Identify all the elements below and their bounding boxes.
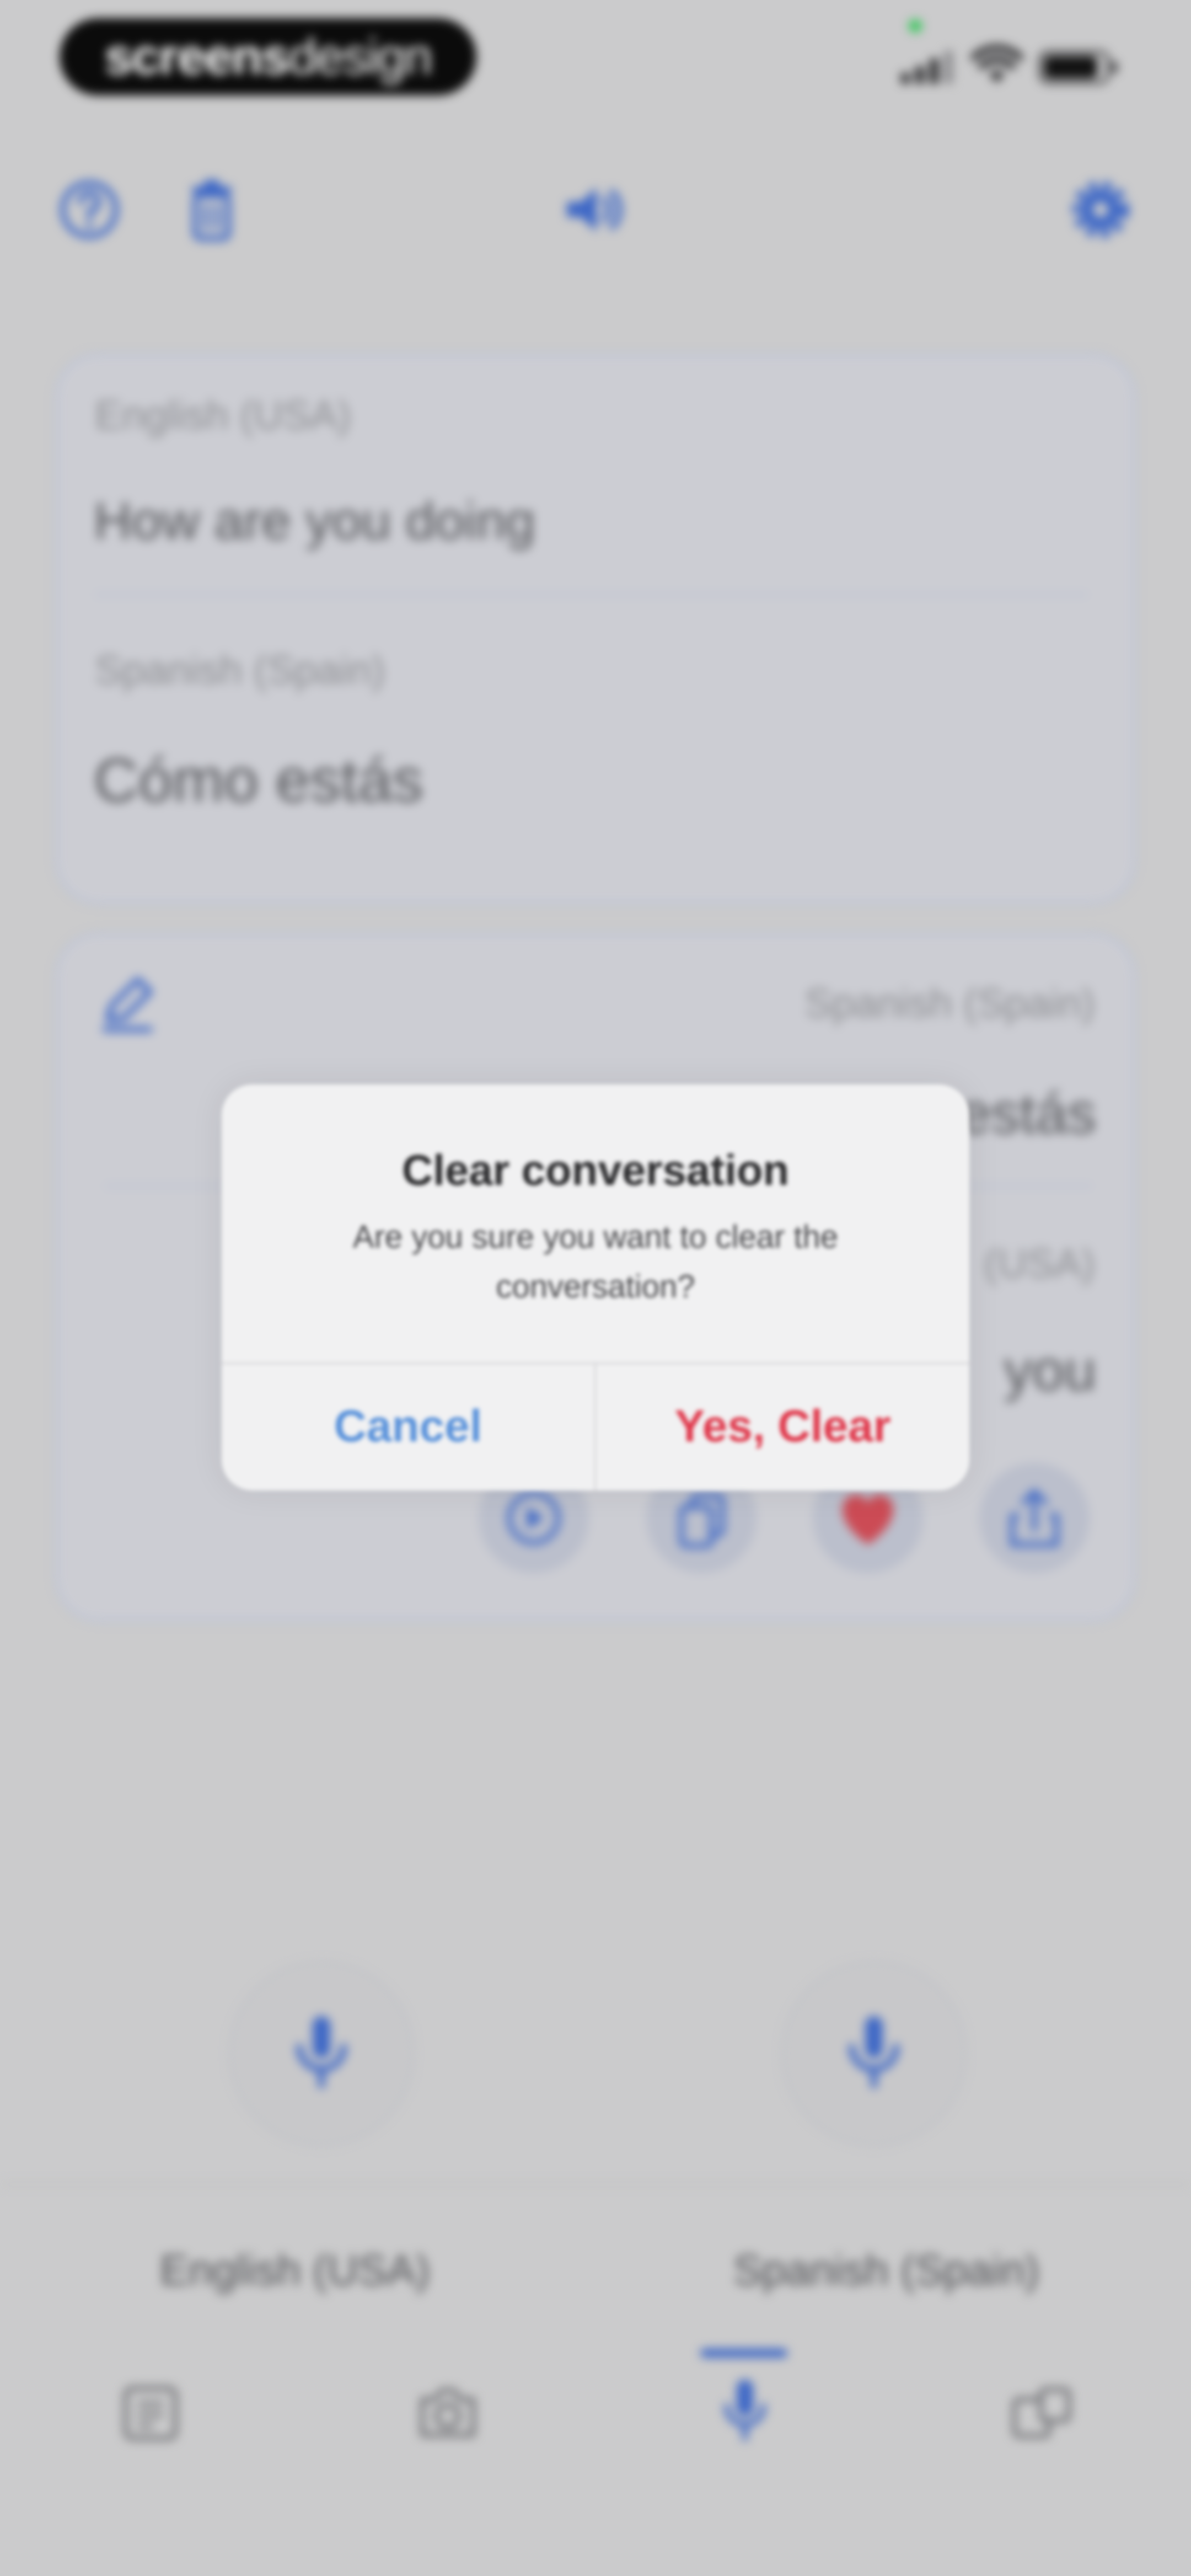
clear-conversation-dialog: Clear conversation Are you sure you want… bbox=[222, 1084, 969, 1490]
brand-bold-text: screens bbox=[104, 29, 290, 85]
card1-source-text: How are you doing bbox=[94, 491, 535, 551]
tab-microphone-icon[interactable] bbox=[715, 2375, 775, 2447]
mic-icon bbox=[849, 2016, 899, 2088]
card1-divider bbox=[95, 594, 1087, 596]
battery-icon bbox=[1038, 50, 1117, 84]
cellular-signal-icon bbox=[901, 51, 953, 84]
brand-light-text: design bbox=[288, 29, 432, 85]
confirm-clear-button[interactable]: Yes, Clear bbox=[596, 1362, 969, 1490]
cancel-button[interactable]: Cancel bbox=[222, 1362, 594, 1490]
share-button[interactable] bbox=[979, 1463, 1090, 1573]
trash-icon[interactable] bbox=[184, 177, 239, 243]
speaker-icon[interactable] bbox=[562, 182, 629, 237]
settings-icon[interactable] bbox=[1066, 175, 1135, 244]
mic-button-right[interactable] bbox=[782, 1962, 966, 2146]
bottom-lang-right[interactable]: Spanish (Spain) bbox=[733, 2245, 1039, 2295]
card1-target-lang: Spanish (Spain) bbox=[95, 647, 385, 693]
card2-source-text: estás bbox=[959, 1082, 1096, 1146]
privacy-indicator-dot bbox=[909, 19, 922, 33]
wifi-icon bbox=[970, 44, 1023, 83]
dialog-title: Clear conversation bbox=[401, 1146, 790, 1194]
brand-badge: screensdesign bbox=[60, 18, 476, 95]
dialog-message: Are you sure you want to clear the conve… bbox=[352, 1219, 839, 1305]
tab-camera-icon[interactable] bbox=[416, 2382, 480, 2443]
card2-source-lang: Spanish (Spain) bbox=[804, 980, 1095, 1026]
card2-target-text: you bbox=[1004, 1339, 1096, 1403]
card2-target-lang: (USA) bbox=[984, 1241, 1095, 1286]
mic-button-left[interactable] bbox=[229, 1962, 414, 2146]
bottom-lang-left[interactable]: English (USA) bbox=[160, 2245, 430, 2295]
tab-text-icon[interactable] bbox=[120, 2383, 181, 2444]
help-icon[interactable] bbox=[56, 177, 122, 243]
card1-source-lang: English (USA) bbox=[95, 392, 351, 438]
bottom-divider bbox=[0, 2183, 1191, 2185]
tab-conversation-icon[interactable] bbox=[1009, 2383, 1075, 2444]
card1-target-text: Cómo estás bbox=[94, 746, 423, 815]
mic-icon bbox=[296, 2016, 347, 2088]
share-icon bbox=[1010, 1489, 1059, 1547]
active-tab-indicator bbox=[700, 2349, 787, 2358]
edit-icon[interactable] bbox=[97, 972, 158, 1033]
